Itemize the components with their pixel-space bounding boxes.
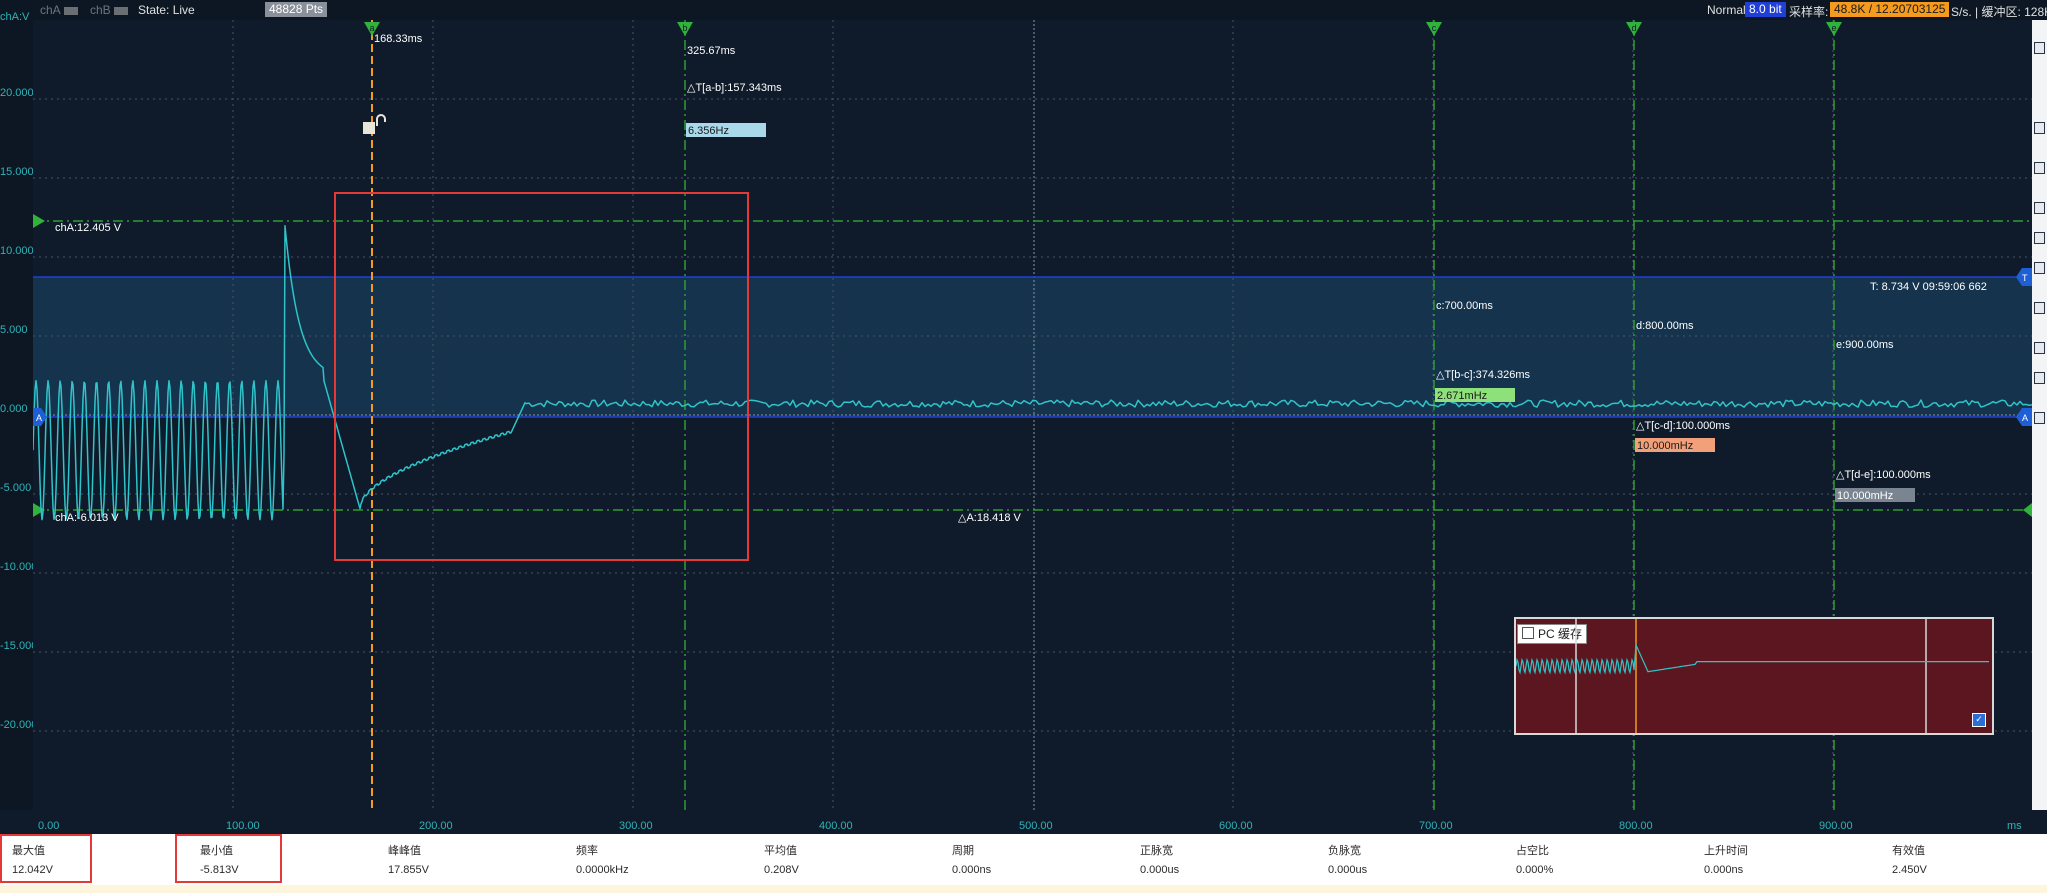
svg-text:c: c bbox=[1432, 23, 1437, 33]
svg-text:T: T bbox=[2022, 273, 2028, 283]
trigger-info: T: 8.734 V 09:59:06 662 bbox=[1870, 281, 1987, 293]
trigger-band bbox=[33, 277, 2032, 417]
cursor-b-time: 325.67ms bbox=[687, 45, 736, 57]
y-tick-label: -10.000 bbox=[0, 561, 38, 573]
x-tick-label: 700.00 bbox=[1419, 820, 1453, 832]
x-tick-label: 400.00 bbox=[819, 820, 853, 832]
cursor-c-time: c:700.00ms bbox=[1436, 300, 1493, 312]
svg-text:A: A bbox=[36, 413, 42, 423]
measurement-rms[interactable]: 有效值 2.450V bbox=[1880, 834, 2047, 885]
max-value-highlight bbox=[0, 834, 92, 883]
cursor-icon[interactable] bbox=[2034, 122, 2045, 134]
level-delta-label: △A:18.418 V bbox=[958, 512, 1022, 524]
measurement-peak-to-peak[interactable]: 峰峰值 17.855V bbox=[376, 834, 564, 885]
y-tick-label: 5.000 bbox=[0, 324, 28, 336]
x-tick-label: 0.00 bbox=[38, 820, 60, 832]
buffer-info: S/s. | 缓冲区: 128K bbox=[1951, 5, 2047, 19]
settings-icon[interactable] bbox=[2034, 412, 2045, 424]
cursor-cd-delta: △T[c-d]:100.000ms bbox=[1636, 420, 1731, 432]
y-tick-label: 10.000 bbox=[0, 245, 34, 257]
y-tick-label: 0.000 bbox=[0, 403, 28, 415]
x-tick-label: 800.00 bbox=[1619, 820, 1653, 832]
export-icon[interactable] bbox=[2034, 342, 2045, 354]
cursor-ab-freq: 6.356Hz bbox=[688, 125, 729, 137]
measurement-positive-width[interactable]: 正脉宽 0.000us bbox=[1128, 834, 1316, 885]
chart-icon[interactable] bbox=[2034, 202, 2045, 214]
layers-icon[interactable] bbox=[2034, 262, 2045, 274]
measurement-duty-cycle[interactable]: 占空比 0.000% bbox=[1504, 834, 1692, 885]
measure-icon[interactable] bbox=[2034, 162, 2045, 174]
overview-waveform bbox=[1516, 619, 1989, 733]
cursor-cd-freq: 10.000mHz bbox=[1637, 440, 1693, 452]
measurement-panel: 最大值 12.042V 最小值 -5.813V 峰峰值 17.855V 频率 0.000… bbox=[0, 834, 2047, 885]
x-tick-label: 600.00 bbox=[1219, 820, 1253, 832]
x-axis-unit: ms bbox=[2007, 820, 2022, 832]
cursor-bc-delta: △T[b-c]:374.326ms bbox=[1436, 369, 1531, 381]
svg-text:a: a bbox=[369, 23, 374, 33]
channel-a-toggle[interactable]: chA bbox=[40, 3, 78, 17]
measurement-rise-time[interactable]: 上升时间 0.000ns bbox=[1692, 834, 1880, 885]
cursor-e-time: e:900.00ms bbox=[1836, 339, 1894, 351]
x-tick-label: 300.00 bbox=[619, 820, 653, 832]
y-axis-unit: chA:V bbox=[0, 11, 30, 23]
channel-b-toggle[interactable]: chB bbox=[90, 3, 128, 17]
y-tick-label: -15.000 bbox=[0, 640, 38, 652]
y-tick-label: 20.000 bbox=[0, 87, 34, 99]
svg-text:A: A bbox=[2022, 413, 2028, 423]
x-tick-label: 200.00 bbox=[419, 820, 453, 832]
cursor-a-time: 168.33ms bbox=[374, 33, 423, 45]
measurement-frequency[interactable]: 频率 0.0000kHz bbox=[564, 834, 752, 885]
cursor-ab-delta: △T[a-b]:157.343ms bbox=[687, 82, 782, 94]
y-axis: chA:V 20.000 15.000 10.000 5.000 0.000 -… bbox=[0, 11, 37, 810]
sample-rate-value[interactable]: 48.8K / 12.20703125 bbox=[1830, 2, 1950, 17]
upper-level-label: chA:12.405 V bbox=[55, 222, 122, 234]
bit-depth-badge[interactable]: 8.0 bit bbox=[1745, 2, 1786, 17]
svg-text:d: d bbox=[1631, 23, 1636, 33]
zoom-icon[interactable] bbox=[2034, 42, 2045, 54]
lower-level-label: chA:-6.013 V bbox=[55, 512, 119, 524]
state-indicator: State: Live bbox=[138, 3, 195, 17]
x-tick-label: 100.00 bbox=[226, 820, 260, 832]
measurement-average[interactable]: 平均值 0.208V bbox=[752, 834, 940, 885]
x-axis: 0.00 100.00 200.00 300.00 400.00 500.00 … bbox=[0, 810, 2047, 834]
pc-buffer-overview[interactable]: PC 缓存 ✓ bbox=[1514, 617, 1994, 735]
x-tick-label: 900.00 bbox=[1819, 820, 1853, 832]
points-badge: 48828 Pts bbox=[265, 2, 328, 17]
sample-rate-label: 采样率: bbox=[1789, 5, 1829, 19]
cursor-d-time: d:800.00ms bbox=[1636, 320, 1694, 332]
x-tick-label: 500.00 bbox=[1019, 820, 1053, 832]
cursor-de-delta: △T[d-e]:100.000ms bbox=[1836, 469, 1931, 481]
measurement-negative-width[interactable]: 负脉宽 0.000us bbox=[1316, 834, 1504, 885]
svg-text:e: e bbox=[1831, 23, 1836, 33]
top-status-bar: chA chB State: Live 48828 Pts Normal 8.0… bbox=[0, 0, 2047, 20]
acquisition-mode[interactable]: Normal bbox=[1707, 3, 1746, 17]
close-icon[interactable] bbox=[2034, 232, 2045, 244]
right-toolbar bbox=[2032, 20, 2047, 810]
y-tick-label: 15.000 bbox=[0, 166, 34, 178]
overview-check-icon[interactable]: ✓ bbox=[1972, 713, 1986, 727]
ruler-icon[interactable] bbox=[2034, 372, 2045, 384]
svg-text:b: b bbox=[682, 23, 687, 33]
y-tick-label: -5.000 bbox=[0, 482, 32, 494]
measurement-period[interactable]: 周期 0.000ns bbox=[940, 834, 1128, 885]
window-icon[interactable] bbox=[2034, 302, 2045, 314]
cursor-de-freq: 10.000mHz bbox=[1837, 490, 1893, 502]
cursor-bc-freq: 2.671mHz bbox=[1437, 390, 1487, 402]
min-value-highlight bbox=[175, 834, 282, 883]
y-tick-label: -20.000 bbox=[0, 719, 38, 731]
footer-strip bbox=[0, 885, 2047, 893]
